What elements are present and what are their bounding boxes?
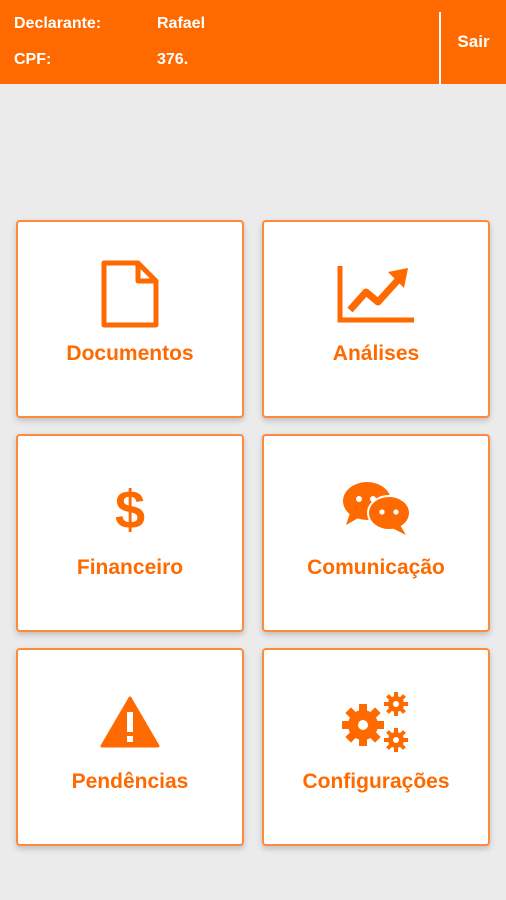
tile-analises[interactable]: Análises [262,220,490,418]
chat-bubbles-icon [264,472,488,544]
cpf-value: 376. [157,51,189,68]
dollar-icon: $ [18,472,242,544]
app-header: Declarante: Rafael CPF: 376. Sair [0,0,506,84]
tile-label-documentos: Documentos [66,342,194,365]
tile-comunicacao[interactable]: Comunicação [262,434,490,632]
tile-financeiro[interactable]: $ Financeiro [16,434,244,632]
document-icon [18,258,242,330]
tile-label-configuracoes: Configurações [302,770,450,793]
svg-text:$: $ [115,480,145,538]
tile-documentos[interactable]: Documentos [16,220,244,418]
tile-pendencias[interactable]: Pendências [16,648,244,846]
logout-button[interactable]: Sair [441,0,506,84]
declarante-value: Rafael [157,15,206,32]
trend-chart-icon [264,258,488,330]
cpf-label: CPF: [14,51,52,68]
declarante-row: Declarante: Rafael [14,15,205,33]
tile-label-comunicacao: Comunicação [307,556,445,579]
warning-icon [18,686,242,758]
tile-label-analises: Análises [332,342,420,365]
declarante-label: Declarante: [14,15,102,32]
tile-configuracoes[interactable]: Configurações [262,648,490,846]
gears-icon [264,686,488,758]
tile-label-financeiro: Financeiro [76,556,184,579]
tile-label-pendencias: Pendências [71,770,189,793]
cpf-row: CPF: 376. [14,51,188,69]
